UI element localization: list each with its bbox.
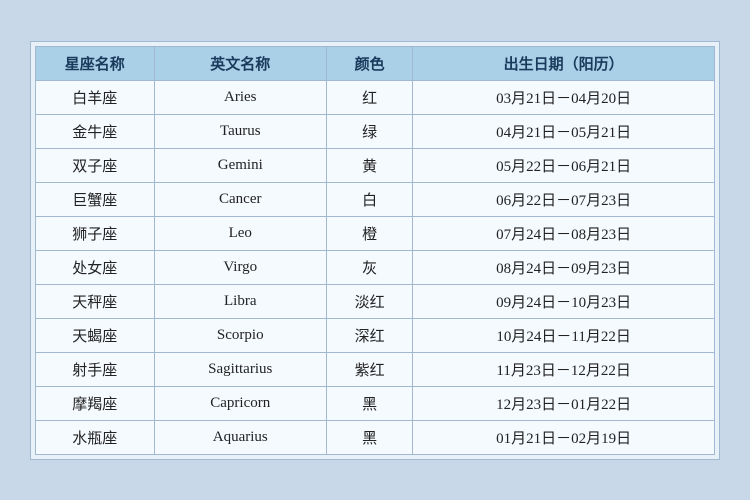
cell-chinese: 处女座 (36, 250, 155, 284)
table-row: 天蝎座Scorpio深红10月24日－11月22日 (36, 318, 715, 352)
cell-english: Scorpio (154, 318, 326, 352)
cell-chinese: 摩羯座 (36, 386, 155, 420)
table-row: 白羊座Aries红03月21日－04月20日 (36, 80, 715, 114)
cell-date: 06月22日－07月23日 (413, 182, 715, 216)
cell-chinese: 射手座 (36, 352, 155, 386)
table-row: 处女座Virgo灰08月24日－09月23日 (36, 250, 715, 284)
cell-date: 11月23日－12月22日 (413, 352, 715, 386)
cell-chinese: 狮子座 (36, 216, 155, 250)
cell-english: Aries (154, 80, 326, 114)
cell-color: 淡红 (326, 284, 412, 318)
cell-color: 紫红 (326, 352, 412, 386)
cell-date: 12月23日－01月22日 (413, 386, 715, 420)
cell-date: 09月24日－10月23日 (413, 284, 715, 318)
cell-date: 05月22日－06月21日 (413, 148, 715, 182)
cell-date: 04月21日－05月21日 (413, 114, 715, 148)
cell-color: 深红 (326, 318, 412, 352)
table-body: 白羊座Aries红03月21日－04月20日金牛座Taurus绿04月21日－0… (36, 80, 715, 454)
cell-chinese: 巨蟹座 (36, 182, 155, 216)
table-row: 水瓶座Aquarius黑01月21日－02月19日 (36, 420, 715, 454)
cell-date: 08月24日－09月23日 (413, 250, 715, 284)
cell-english: Leo (154, 216, 326, 250)
cell-color: 红 (326, 80, 412, 114)
cell-english: Libra (154, 284, 326, 318)
cell-date: 07月24日－08月23日 (413, 216, 715, 250)
header-color: 颜色 (326, 46, 412, 80)
cell-chinese: 金牛座 (36, 114, 155, 148)
cell-color: 橙 (326, 216, 412, 250)
table-row: 狮子座Leo橙07月24日－08月23日 (36, 216, 715, 250)
cell-color: 绿 (326, 114, 412, 148)
cell-color: 灰 (326, 250, 412, 284)
header-chinese: 星座名称 (36, 46, 155, 80)
cell-english: Sagittarius (154, 352, 326, 386)
table-row: 双子座Gemini黄05月22日－06月21日 (36, 148, 715, 182)
cell-english: Aquarius (154, 420, 326, 454)
header-date: 出生日期（阳历） (413, 46, 715, 80)
cell-english: Capricorn (154, 386, 326, 420)
table-row: 金牛座Taurus绿04月21日－05月21日 (36, 114, 715, 148)
table-header-row: 星座名称 英文名称 颜色 出生日期（阳历） (36, 46, 715, 80)
cell-color: 黄 (326, 148, 412, 182)
cell-chinese: 天秤座 (36, 284, 155, 318)
zodiac-table: 星座名称 英文名称 颜色 出生日期（阳历） 白羊座Aries红03月21日－04… (35, 46, 715, 455)
cell-color: 白 (326, 182, 412, 216)
cell-english: Gemini (154, 148, 326, 182)
header-english: 英文名称 (154, 46, 326, 80)
zodiac-table-container: 星座名称 英文名称 颜色 出生日期（阳历） 白羊座Aries红03月21日－04… (30, 41, 720, 460)
cell-date: 01月21日－02月19日 (413, 420, 715, 454)
cell-chinese: 天蝎座 (36, 318, 155, 352)
table-row: 射手座Sagittarius紫红11月23日－12月22日 (36, 352, 715, 386)
cell-color: 黑 (326, 420, 412, 454)
cell-chinese: 双子座 (36, 148, 155, 182)
cell-color: 黑 (326, 386, 412, 420)
cell-date: 10月24日－11月22日 (413, 318, 715, 352)
table-row: 天秤座Libra淡红09月24日－10月23日 (36, 284, 715, 318)
table-row: 巨蟹座Cancer白06月22日－07月23日 (36, 182, 715, 216)
cell-english: Virgo (154, 250, 326, 284)
cell-chinese: 白羊座 (36, 80, 155, 114)
cell-english: Taurus (154, 114, 326, 148)
cell-date: 03月21日－04月20日 (413, 80, 715, 114)
cell-chinese: 水瓶座 (36, 420, 155, 454)
table-row: 摩羯座Capricorn黑12月23日－01月22日 (36, 386, 715, 420)
cell-english: Cancer (154, 182, 326, 216)
